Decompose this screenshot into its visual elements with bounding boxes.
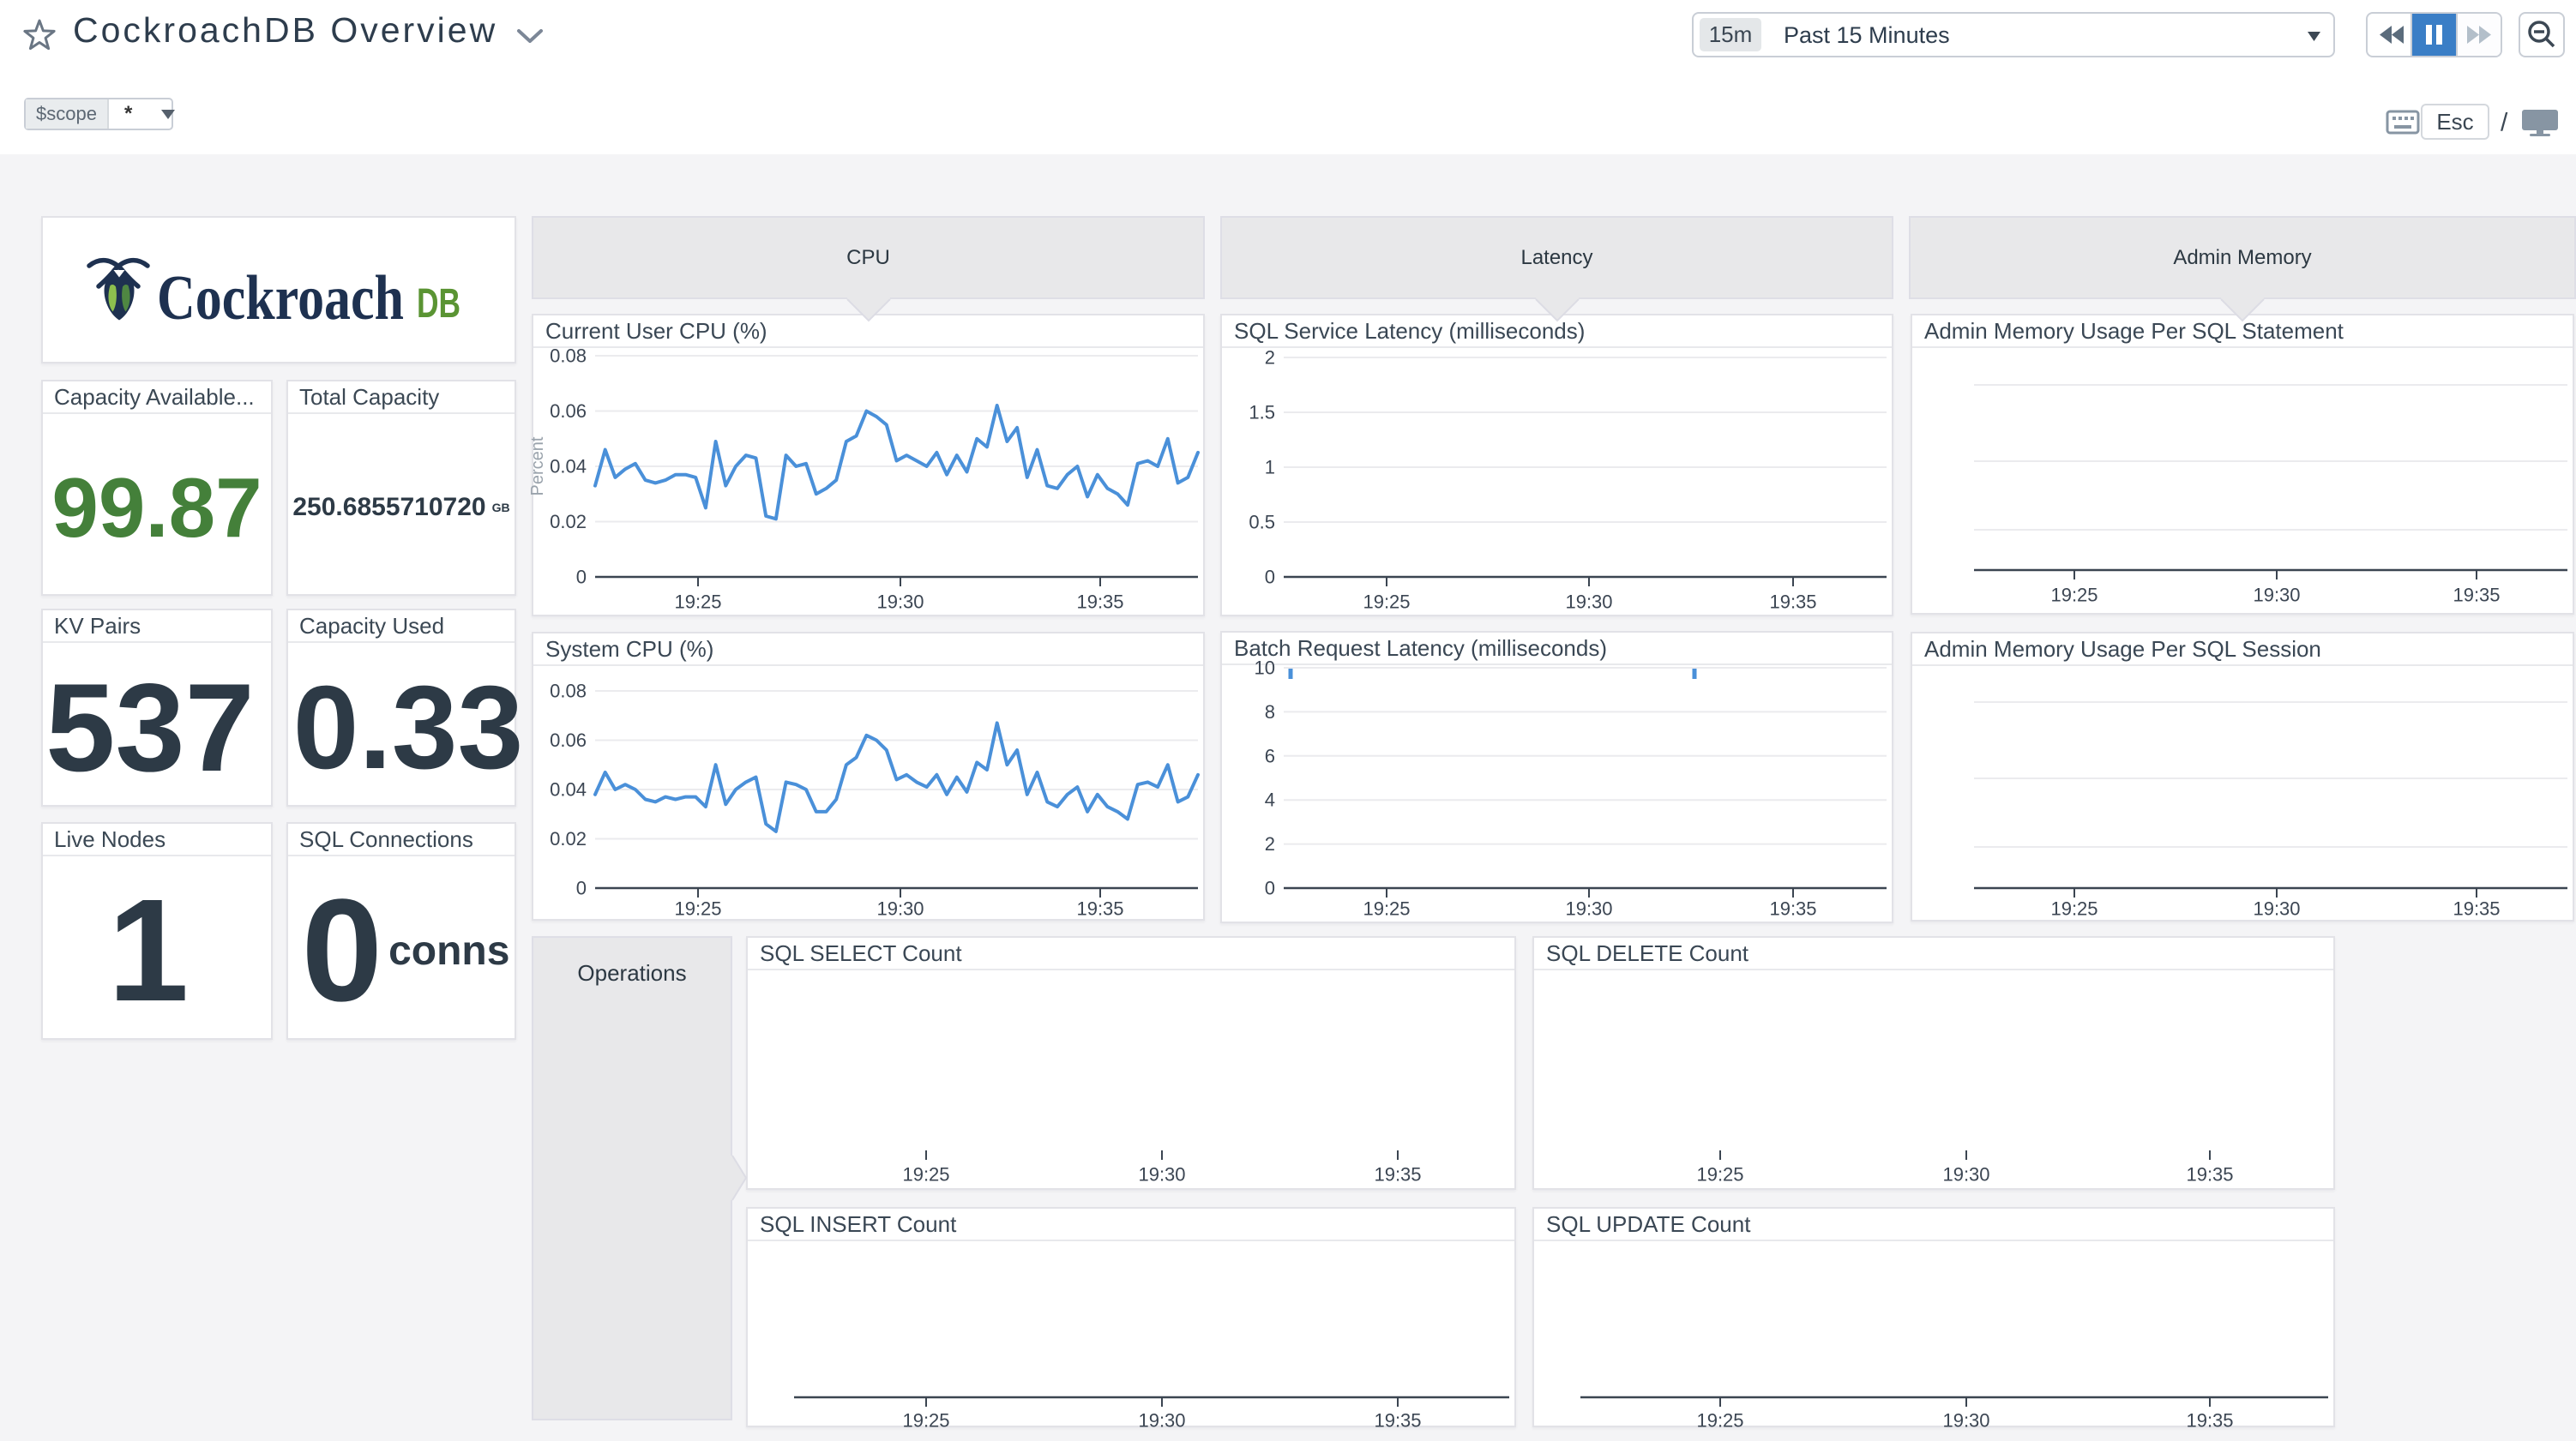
svg-text:/: / — [2501, 109, 2508, 137]
